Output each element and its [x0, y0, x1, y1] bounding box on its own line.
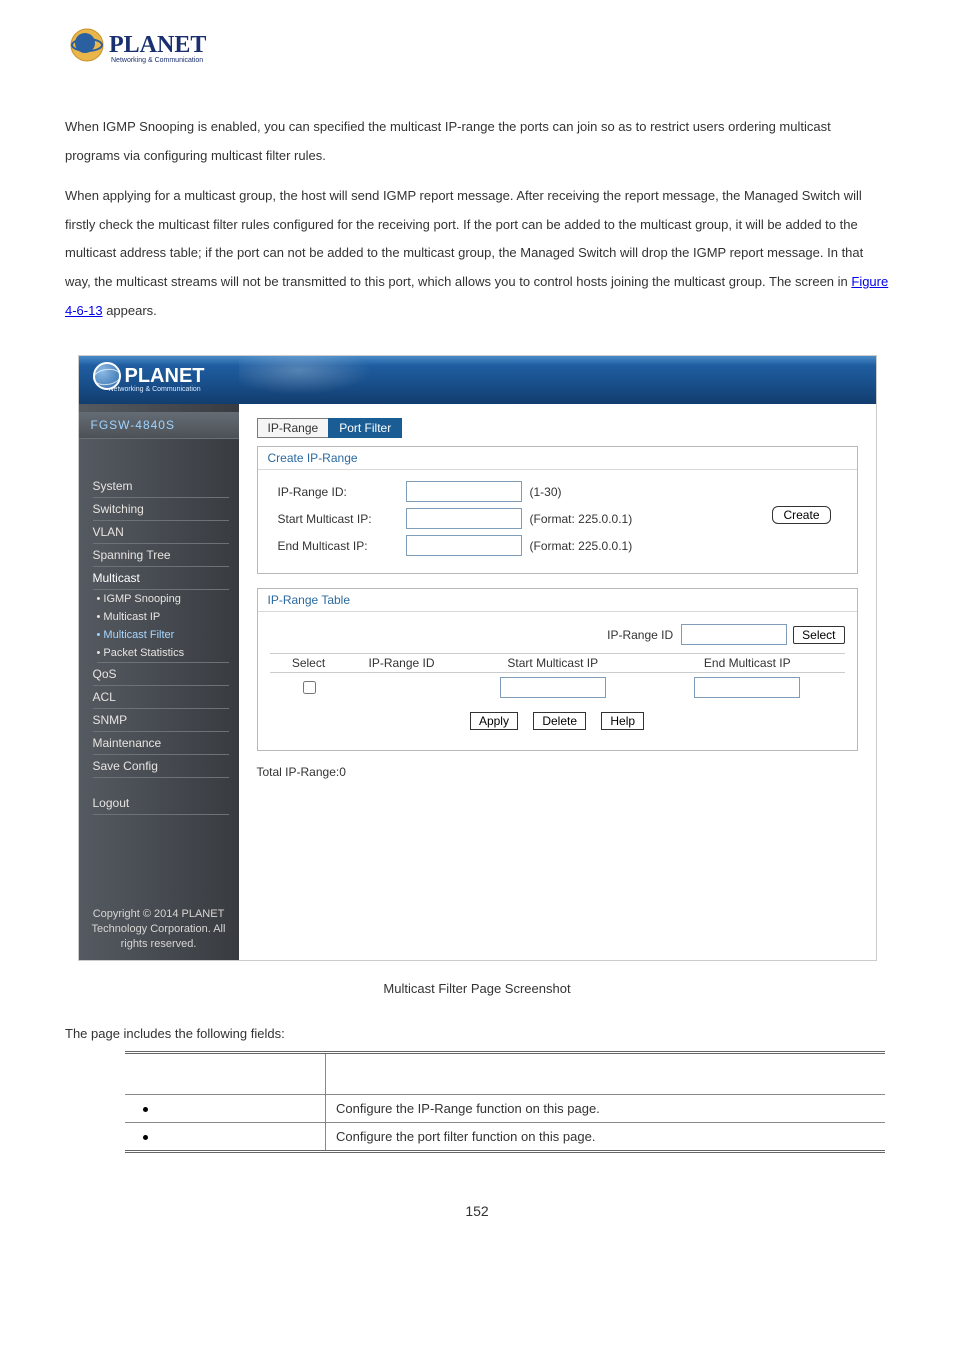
- search-input[interactable]: [681, 624, 787, 645]
- hint-start: (Format: 225.0.0.1): [530, 512, 633, 526]
- label-end-ip: End Multicast IP:: [270, 539, 406, 553]
- sidebar-item-switching[interactable]: Switching: [93, 498, 229, 521]
- sidebar-item-system[interactable]: System: [93, 475, 229, 498]
- fields-intro: The page includes the following fields:: [65, 1026, 889, 1041]
- input-ip-range-id[interactable]: [406, 481, 522, 502]
- screenshot-frame: PLANET Networking & Communication FGSW-4…: [78, 355, 877, 961]
- sidebar: FGSW-4840S System Switching VLAN Spannin…: [79, 404, 239, 960]
- input-start-ip[interactable]: [406, 508, 522, 529]
- panel-create-ip-range: Create IP-Range IP-Range ID: (1-30) Star…: [257, 446, 858, 574]
- sidebar-item-snmp[interactable]: SNMP: [93, 709, 229, 732]
- col-start: Start Multicast IP: [456, 654, 651, 673]
- sidebar-item-packet-statistics[interactable]: • Packet Statistics: [97, 644, 229, 663]
- fields-table: Configure the IP-Range function on this …: [125, 1051, 885, 1153]
- sidebar-item-multicast[interactable]: Multicast: [93, 567, 229, 590]
- sidebar-item-multicast-ip[interactable]: • Multicast IP: [97, 608, 229, 626]
- select-button[interactable]: Select: [793, 626, 844, 644]
- logo-tagline: Networking & Communication: [111, 57, 203, 64]
- screenshot-header: PLANET Networking & Communication: [79, 356, 876, 404]
- logo-text: PLANET: [109, 32, 206, 58]
- sidebar-item-vlan[interactable]: VLAN: [93, 521, 229, 544]
- tab-port-filter[interactable]: Port Filter: [328, 418, 402, 438]
- sidebar-item-multicast-filter[interactable]: • Multicast Filter: [97, 626, 229, 644]
- sidebar-item-logout[interactable]: Logout: [93, 792, 229, 815]
- sidebar-item-save-config[interactable]: Save Config: [93, 755, 229, 778]
- field-desc: Configure the port filter function on th…: [326, 1123, 886, 1152]
- search-label: IP-Range ID: [607, 628, 673, 642]
- apply-button[interactable]: Apply: [470, 712, 518, 730]
- sidebar-item-igmp-snooping[interactable]: • IGMP Snooping: [97, 590, 229, 608]
- row-checkbox[interactable]: [303, 681, 316, 694]
- orb-icon: [93, 362, 121, 390]
- col-select: Select: [270, 654, 348, 673]
- paragraph-2: When applying for a multicast group, the…: [65, 182, 889, 325]
- paragraph-1: When IGMP Snooping is enabled, you can s…: [65, 113, 889, 170]
- header-logo: PLANET Networking & Communication: [65, 20, 889, 73]
- table-row: Configure the IP-Range function on this …: [125, 1095, 885, 1123]
- bullet-icon: [143, 1135, 148, 1140]
- field-desc: Configure the IP-Range function on this …: [326, 1095, 886, 1123]
- hint-id: (1-30): [530, 485, 562, 499]
- page-number: 152: [65, 1203, 889, 1219]
- model-label: FGSW-4840S: [79, 412, 239, 439]
- delete-button[interactable]: Delete: [533, 712, 586, 730]
- col-id: IP-Range ID: [348, 654, 456, 673]
- table-row: Configure the port filter function on th…: [125, 1123, 885, 1152]
- bullet-icon: [143, 1107, 148, 1112]
- input-end-ip[interactable]: [406, 535, 522, 556]
- hint-end: (Format: 225.0.0.1): [530, 539, 633, 553]
- tab-bar: IP-RangePort Filter: [257, 418, 858, 438]
- sidebar-item-qos[interactable]: QoS: [93, 663, 229, 686]
- tab-ip-range[interactable]: IP-Range: [257, 418, 330, 438]
- screenshot-caption: Multicast Filter Page Screenshot: [65, 981, 889, 996]
- sidebar-item-acl[interactable]: ACL: [93, 686, 229, 709]
- sidebar-copyright: Copyright © 2014 PLANET Technology Corpo…: [79, 907, 239, 952]
- label-start-ip: Start Multicast IP:: [270, 512, 406, 526]
- panel-title-create: Create IP-Range: [258, 447, 857, 470]
- sidebar-item-spanning-tree[interactable]: Spanning Tree: [93, 544, 229, 567]
- help-button[interactable]: Help: [601, 712, 644, 730]
- row-end-input[interactable]: [694, 677, 800, 698]
- create-button[interactable]: Create: [772, 506, 830, 524]
- row-start-input[interactable]: [500, 677, 606, 698]
- label-ip-range-id: IP-Range ID:: [270, 485, 406, 499]
- total-text: Total IP-Range:0: [257, 765, 858, 779]
- table-row: [270, 673, 845, 703]
- col-end: End Multicast IP: [650, 654, 845, 673]
- panel-ip-range-table: IP-Range Table IP-Range ID Select Select…: [257, 588, 858, 751]
- panel-title-table: IP-Range Table: [258, 589, 857, 612]
- sidebar-item-maintenance[interactable]: Maintenance: [93, 732, 229, 755]
